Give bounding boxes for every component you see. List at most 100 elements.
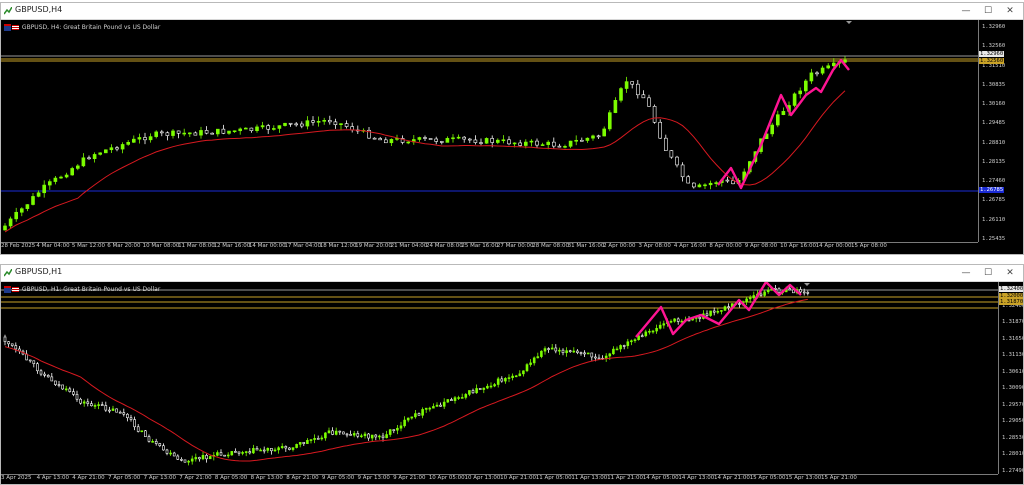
chart-canvas[interactable] <box>1 282 1023 484</box>
candle-body <box>132 138 136 143</box>
time-axis-label: 9 Apr 13:00 <box>357 475 390 481</box>
time-axis-label: 27 Mar 00:00 <box>496 243 534 249</box>
candle-body <box>462 136 467 140</box>
candle-body <box>467 138 472 141</box>
candle-body <box>288 122 293 125</box>
symbol-legend-text: GBPUSD, H4: Great Britain Pound vs US Do… <box>21 24 161 31</box>
candle-body <box>28 359 32 362</box>
time-axis-label: 11 Apr 21:00 <box>607 475 643 481</box>
candlestick <box>126 140 130 146</box>
price-axis-label: 1.29485 <box>982 120 1006 127</box>
candlestick <box>574 135 579 146</box>
candle-body <box>686 176 691 184</box>
price-axis-label: 1.26110 <box>982 216 1006 223</box>
candlestick <box>777 287 781 294</box>
candlestick <box>244 127 248 130</box>
candlestick <box>493 383 496 388</box>
candlestick <box>90 400 93 407</box>
maximize-button[interactable]: ☐ <box>977 266 999 280</box>
chart-window-h4[interactable]: GBPUSD,H4 — ☐ ✕ GBPUSD, H4: Great Britai… <box>0 2 1024 255</box>
time-axis-label: 21 Mar 04:00 <box>390 243 428 249</box>
time-axis[interactable]: 3 Apr 2025 4 Apr 13:00 4 Apr 21:00 7 Apr 05… <box>1 474 998 484</box>
candle-body <box>403 419 406 427</box>
candlestick <box>198 456 201 462</box>
chart-window-h1[interactable]: GBPUSD,H1 — ☐ ✕ GBPUSD, H1: Great Britai… <box>0 264 1024 485</box>
candlestick <box>585 137 590 143</box>
candlestick <box>697 183 702 188</box>
candle-body <box>766 290 770 293</box>
candlestick <box>615 346 619 351</box>
candlestick <box>551 137 556 149</box>
candlestick <box>133 416 136 431</box>
candlestick <box>763 290 766 297</box>
candle-body <box>70 168 74 176</box>
time-axis[interactable]: 28 Feb 2025 4 Mar 04:00 5 Mar 12:00 6 Mar 2… <box>1 242 978 254</box>
candlestick <box>568 349 572 353</box>
chart-canvas[interactable] <box>1 20 1023 254</box>
candlestick <box>283 122 287 127</box>
us-flag-icon <box>12 287 19 292</box>
candlestick <box>322 117 327 125</box>
candle-body <box>414 413 417 418</box>
candle-body <box>172 452 176 457</box>
candle-body <box>432 406 435 409</box>
candle-body <box>496 378 500 385</box>
time-axis-label: 12 Mar 16:00 <box>213 243 251 249</box>
candlestick <box>75 390 79 402</box>
minimize-button[interactable]: — <box>955 266 977 280</box>
candle-body <box>759 293 763 296</box>
time-axis-label: 10 Apr 13:00 <box>464 475 501 481</box>
candlestick <box>766 287 770 294</box>
window-titlebar[interactable]: GBPUSD,H1 — ☐ ✕ <box>1 265 1023 282</box>
minimize-button[interactable]: — <box>955 4 977 18</box>
candle-body <box>176 455 180 460</box>
candlestick <box>97 401 100 410</box>
time-axis-label: 5 Mar 12:00 <box>71 243 106 249</box>
candle-body <box>806 292 810 294</box>
shift-marker-icon <box>804 283 810 286</box>
candle-body <box>514 375 518 378</box>
price-chart-h4[interactable]: GBPUSD, H4: Great Britain Pound vs US Do… <box>1 20 1023 254</box>
candlestick <box>532 356 536 366</box>
candle-body <box>57 384 61 386</box>
candle-body <box>775 114 780 126</box>
price-axis-label: 1.28810 <box>982 139 1006 146</box>
candlestick <box>18 346 21 354</box>
candlestick <box>583 350 586 358</box>
candle-body <box>716 311 720 313</box>
candle-body <box>370 434 374 439</box>
close-button[interactable]: ✕ <box>999 266 1021 280</box>
candle-body <box>342 431 345 435</box>
candle-body <box>493 384 496 387</box>
candle-body <box>550 347 554 350</box>
candlestick <box>460 393 464 399</box>
candle-body <box>266 448 270 451</box>
candle-body <box>262 449 266 452</box>
candle-body <box>109 147 114 151</box>
candle-body <box>568 350 572 352</box>
candlestick <box>19 207 24 217</box>
candlestick <box>624 76 629 93</box>
candlestick <box>781 107 786 116</box>
candlestick <box>673 318 676 323</box>
candle-body <box>64 388 68 391</box>
candlestick <box>162 443 165 451</box>
price-axis[interactable]: 1.329301.324001.318701.316501.311301.306… <box>998 282 1023 474</box>
candle-body <box>43 373 46 376</box>
candle-body <box>277 447 280 451</box>
price-chart-h1[interactable]: GBPUSD, H1: Great Britain Pound vs US Do… <box>1 282 1023 484</box>
candle-body <box>630 81 635 85</box>
candle-body <box>540 144 545 146</box>
time-axis-label: 28 Mar 08:00 <box>532 243 569 249</box>
candle-body <box>708 182 713 186</box>
candlestick <box>518 139 523 148</box>
candlestick <box>676 317 680 325</box>
candle-body <box>381 435 385 439</box>
candle-body <box>115 147 119 150</box>
price-axis[interactable]: 1.32960 1.32560 1.31510 1.30835 1.30160 1.294… <box>978 20 1023 242</box>
candle-body <box>619 88 623 101</box>
maximize-button[interactable]: ☐ <box>977 4 999 18</box>
window-titlebar[interactable]: GBPUSD,H4 — ☐ ✕ <box>1 3 1023 20</box>
close-button[interactable]: ✕ <box>999 4 1021 18</box>
candle-body <box>563 146 567 148</box>
